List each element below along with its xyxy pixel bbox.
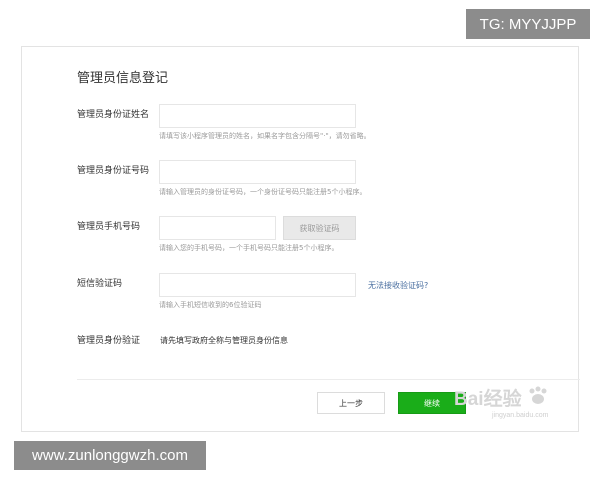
watermark-brand: Bai经验 (454, 387, 523, 410)
sms-code-label: 短信验证码 (77, 279, 123, 289)
id-number-hint: 请输入管理员的身份证号码，一个身份证号码只能注册5个小程序。 (159, 188, 367, 196)
prev-step-button[interactable]: 上一步 (317, 392, 385, 414)
cannot-receive-code-link[interactable]: 无法接收验证码? (368, 280, 428, 292)
phone-label: 管理员手机号码 (77, 222, 141, 232)
name-hint: 请填写该小程序管理员的姓名，如果名字包含分隔号"·"，请勿省略。 (159, 132, 371, 140)
identity-verify-text: 请先填写政府全称与管理员身份信息 (160, 336, 288, 345)
name-input[interactable] (159, 104, 356, 128)
footer-divider (77, 379, 580, 380)
sms-code-input[interactable] (159, 273, 356, 297)
id-number-label: 管理员身份证号码 (77, 166, 150, 176)
baidu-jingyan-watermark: Bai经验 jingyan.baidu.com (454, 386, 549, 419)
get-code-button[interactable]: 获取验证码 (283, 216, 356, 240)
page-title: 管理员信息登记 (77, 71, 169, 86)
bottom-watermark-tag: www.zunlonggwzh.com (14, 441, 206, 470)
sms-code-hint: 请输入手机短信收到的6位验证码 (159, 301, 262, 309)
phone-input[interactable] (159, 216, 276, 240)
paw-icon (529, 386, 547, 404)
id-number-input[interactable] (159, 160, 356, 184)
top-watermark-tag: TG: MYYJJPP (466, 9, 590, 39)
watermark-url: jingyan.baidu.com (491, 412, 549, 419)
phone-hint: 请输入您的手机号码，一个手机号码只能注册5个小程序。 (159, 244, 339, 252)
identity-verify-label: 管理员身份验证 (77, 336, 141, 346)
name-label: 管理员身份证姓名 (77, 110, 150, 120)
registration-panel: 管理员信息登记 管理员身份证姓名 请填写该小程序管理员的姓名，如果名字包含分隔号… (21, 46, 580, 432)
